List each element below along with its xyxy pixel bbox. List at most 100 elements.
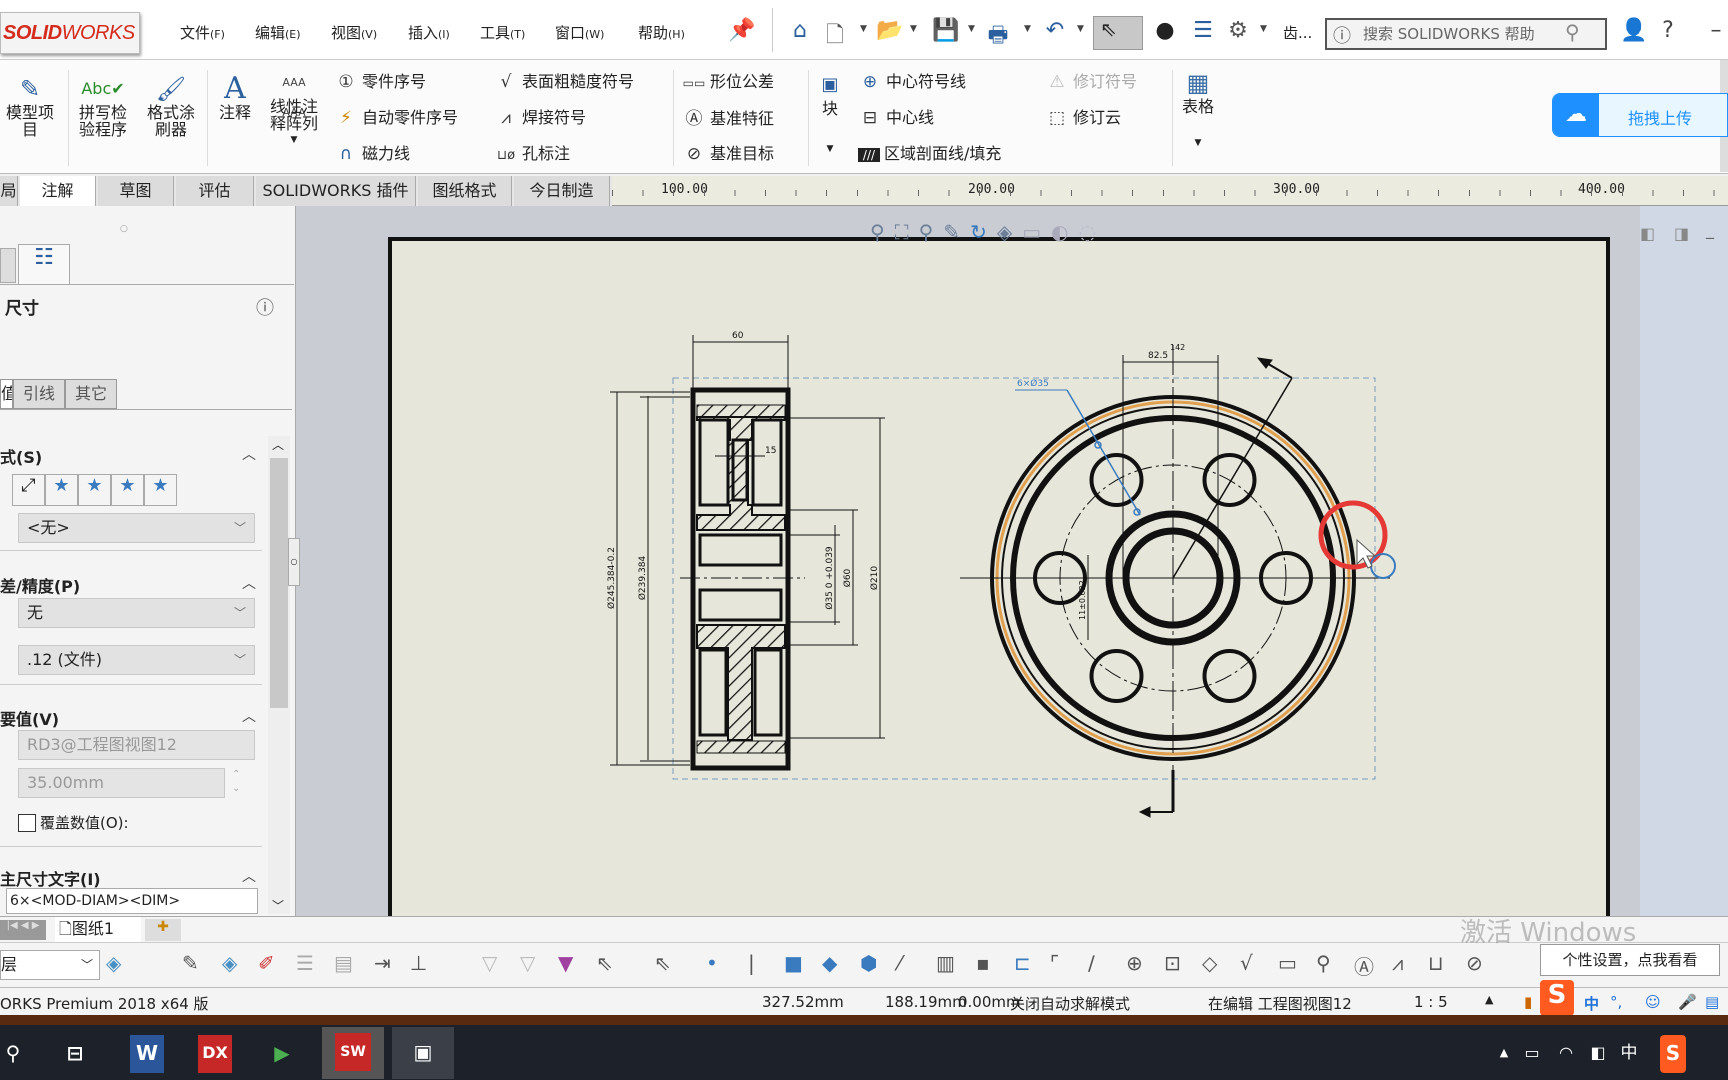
menu-window[interactable]: 窗口(W) — [555, 22, 604, 43]
snap-center-icon[interactable]: ⊕ — [1126, 951, 1143, 975]
scroll-down-icon[interactable]: ﹀ — [272, 897, 284, 914]
value-spinner[interactable]: ⌃ ⌄ — [232, 768, 240, 796]
snap-hole-icon[interactable]: ⊔ — [1428, 951, 1444, 975]
camera-app-icon[interactable]: ▣ — [392, 1027, 454, 1079]
precision-dropdown[interactable]: .12 (文件) ﹀ — [18, 645, 255, 675]
video-player-icon[interactable]: ▶ — [264, 1035, 300, 1073]
surface-finish-button[interactable]: √ 表面粗糙度符号 — [494, 68, 634, 92]
drawing-sheet[interactable] — [388, 237, 1610, 927]
line-format-icon[interactable]: ⊥ — [410, 951, 427, 975]
select-cursor-icon[interactable]: ⇖ — [596, 951, 613, 975]
chevron-down-icon[interactable]: ▼ — [1024, 24, 1031, 34]
section-view-icon[interactable]: ✎ — [943, 220, 960, 244]
filter-icon[interactable]: ▽ — [520, 951, 535, 975]
tab-sketch[interactable]: 草图 — [98, 176, 174, 206]
menu-edit[interactable]: 编辑(E) — [255, 22, 301, 43]
datum-feature-button[interactable]: Ⓐ 基准特征 — [682, 104, 775, 129]
magnetic-line-button[interactable]: ∩ 磁力线 — [334, 140, 410, 164]
note-button[interactable]: A 注释 — [215, 74, 255, 122]
snap-note-icon[interactable]: ◇ — [1202, 951, 1217, 975]
dimension-name-field[interactable]: RD3@工程图视图12 — [18, 730, 255, 760]
snap-weld-icon[interactable]: ⩘ — [1392, 951, 1403, 975]
tab-annotation[interactable]: 注解 — [20, 176, 96, 208]
zoom-area-icon[interactable]: ⛶ — [895, 220, 909, 244]
style-add-icon[interactable]: ★ — [45, 474, 78, 506]
snap-axis-icon[interactable]: ⁄ — [898, 951, 901, 975]
solidworks-logo[interactable]: SOLIDWORKS — [0, 12, 140, 54]
restore-icon[interactable]: ◧ — [1640, 224, 1655, 243]
subtab-other[interactable]: 其它 — [65, 379, 117, 409]
sheet-nav-arrows[interactable]: |◀ ◀ ▶ — [0, 920, 46, 940]
filter-icon[interactable]: ▼ — [558, 951, 573, 975]
minimize-icon[interactable]: – — [1703, 18, 1728, 43]
tray-expand-icon[interactable]: ▲ — [1494, 1035, 1514, 1073]
subtab-value[interactable]: 值 — [0, 379, 13, 409]
tab-addins[interactable]: SOLIDWORKS 插件 — [256, 176, 416, 206]
ime-tooltip[interactable]: 个性设置，点我看看 — [1540, 944, 1720, 976]
snap-sketch-icon[interactable]: ⌜ — [1050, 951, 1059, 975]
scrollbar-thumb[interactable] — [270, 458, 288, 708]
collapse-icon[interactable]: ︿ — [242, 573, 256, 593]
menu-help[interactable]: 帮助(H) — [638, 22, 685, 43]
panel-grip[interactable]: ○ — [120, 224, 128, 234]
ime-voice-icon[interactable]: 🎤 — [1678, 993, 1697, 1011]
word-app-icon[interactable]: W — [130, 1035, 164, 1073]
chevron-down-icon[interactable]: ▼ — [860, 24, 867, 34]
style-save-icon[interactable]: ★ — [111, 474, 144, 506]
tab-layout[interactable]: 局 — [0, 176, 18, 206]
user-icon[interactable]: 👤 — [1620, 18, 1647, 43]
layer-dropdown[interactable]: 层 ﹀ — [0, 950, 100, 980]
search-icon[interactable]: ⚲ — [0, 1035, 36, 1073]
scroll-up-icon[interactable]: ︿ — [272, 436, 284, 453]
help-icon[interactable]: ⓘ — [256, 294, 274, 320]
centerline-button[interactable]: ⊟ 中心线 — [858, 104, 934, 128]
status-expand-icon[interactable]: ▲ — [1485, 993, 1493, 1006]
minimize-icon[interactable]: _ — [1706, 220, 1714, 239]
snap-line-icon[interactable]: | — [748, 951, 755, 975]
file-properties-icon[interactable]: ☰ — [1190, 18, 1216, 43]
snap-gtol-icon[interactable]: ▭ — [1278, 951, 1297, 975]
area-hatch-button[interactable]: ///区域剖面线/填充 — [858, 140, 1001, 164]
style-apply-icon[interactable]: ⤢ — [12, 474, 45, 506]
tray-sogou-icon[interactable]: S — [1660, 1035, 1686, 1073]
menu-view[interactable]: 视图(V) — [331, 22, 377, 43]
snap-plane-icon[interactable]: ▥ — [936, 951, 955, 975]
balloon-button[interactable]: ① 零件序号 — [334, 68, 426, 92]
chevron-down-icon[interactable]: ▼ — [1178, 135, 1218, 152]
tolerance-type-dropdown[interactable]: 无 ﹀ — [18, 598, 255, 628]
dx-app-icon[interactable]: DX — [198, 1035, 232, 1073]
sheet-tab-1[interactable]: 🗋图纸1 — [55, 917, 141, 943]
color-display-icon[interactable]: ✐ — [258, 951, 275, 975]
solidworks-taskbar-button[interactable]: SW — [322, 1027, 384, 1079]
snap-body-icon[interactable]: ◆ — [822, 951, 837, 975]
new-file-icon[interactable]: 🗋 — [822, 18, 848, 56]
subtab-leaders[interactable]: 引线 — [13, 379, 65, 409]
model-items-button[interactable]: ✎ 模型项目 — [0, 74, 60, 138]
line-style-icon[interactable]: ☰ — [296, 951, 314, 975]
add-sheet-tab[interactable]: ✚ — [145, 919, 181, 941]
snap-edge-icon[interactable]: ⊏ — [1014, 951, 1031, 975]
display-style-icon[interactable]: ◈ — [997, 220, 1012, 244]
style-dropdown[interactable]: <无> ﹀ — [18, 513, 255, 543]
appearance-icon[interactable]: ◐ — [1051, 220, 1068, 244]
snap-dimension-icon[interactable]: ⊡ — [1164, 951, 1181, 975]
dimension-value-field[interactable]: 35.00mm — [18, 768, 225, 798]
task-view-icon[interactable]: ⊟ — [52, 1035, 98, 1073]
filter-icon[interactable]: ▽ — [482, 951, 497, 975]
weld-symbol-button[interactable]: ⩘ 焊接符号 — [494, 104, 586, 128]
tab-property-manager[interactable]: ☷ — [18, 244, 70, 284]
snap-balloon-icon[interactable]: ⚲ — [1316, 951, 1331, 975]
save-icon[interactable]: 💾 — [932, 18, 959, 43]
snap-finish-icon[interactable]: √ — [1240, 951, 1253, 975]
tab-evaluate[interactable]: 评估 — [176, 176, 254, 206]
dimension-text-field[interactable]: 6×<MOD-DIAM><DIM> — [6, 888, 258, 914]
chevron-down-icon[interactable]: ▼ — [1077, 24, 1084, 34]
chevron-down-icon[interactable]: ▼ — [1260, 24, 1267, 34]
center-mark-button[interactable]: ⊕ 中心符号线 — [858, 68, 966, 92]
auto-solve-status[interactable]: 关闭自动求解模式 — [1010, 993, 1130, 1014]
gear-icon[interactable]: ⚙ — [1225, 18, 1251, 43]
snap-point-icon[interactable]: • — [706, 951, 718, 975]
block-button[interactable]: ▣ 块 ▼ — [815, 70, 845, 158]
revision-cloud-button[interactable]: ⬚ 修订云 — [1045, 104, 1121, 128]
help-icon[interactable]: ? — [1655, 18, 1681, 43]
